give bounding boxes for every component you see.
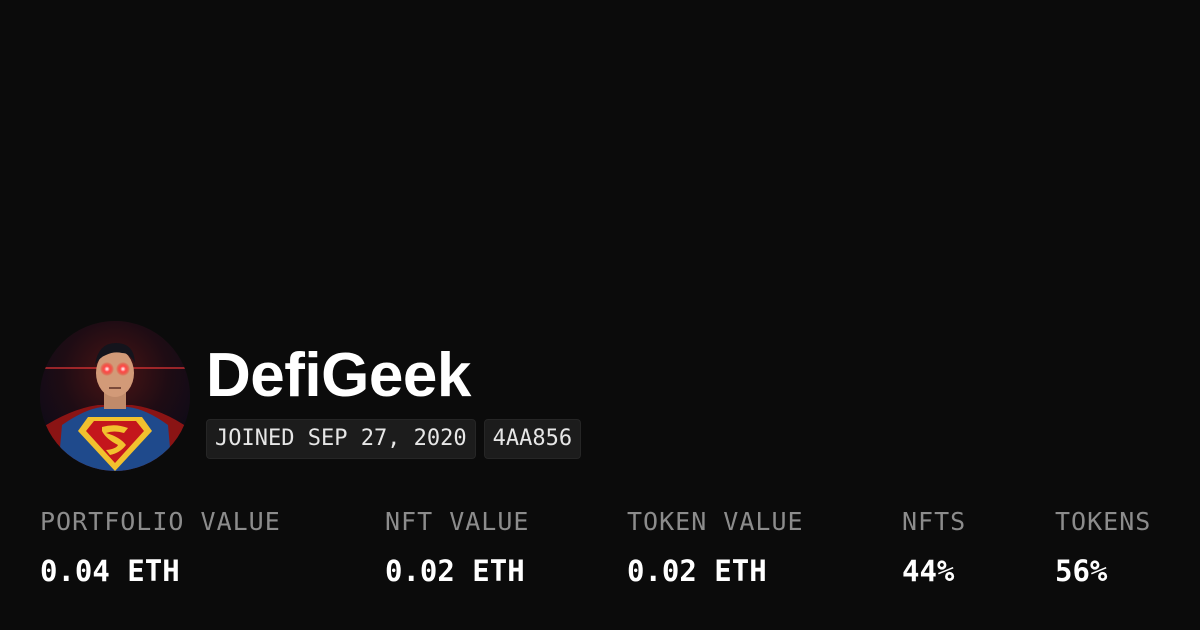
stat-value: 44% (902, 554, 955, 588)
stat-tokens-share: TOKENS 56% (1055, 505, 1151, 589)
username: DefiGeek (206, 341, 471, 410)
stat-label: PORTFOLIO VALUE (40, 507, 281, 536)
stat-label: TOKEN VALUE (627, 507, 804, 536)
profile-card: DefiGeek JOINED SEP 27, 2020 4AA856 PORT… (0, 0, 1200, 630)
avatar (40, 321, 190, 471)
stat-value: 0.04 ETH (40, 554, 180, 588)
joined-date-badge: JOINED SEP 27, 2020 (206, 419, 476, 459)
stat-portfolio-value: PORTFOLIO VALUE 0.04 ETH (40, 505, 281, 589)
stat-value: 0.02 ETH (385, 554, 525, 588)
stat-token-value: TOKEN VALUE 0.02 ETH (627, 505, 804, 589)
stat-nfts-share: NFTS 44% (902, 505, 966, 589)
stat-nft-value: NFT VALUE 0.02 ETH (385, 505, 529, 589)
stat-value: 0.02 ETH (627, 554, 767, 588)
stat-value: 56% (1055, 554, 1108, 588)
wallet-address-badge: 4AA856 (483, 419, 582, 459)
stat-label: NFTS (902, 507, 967, 536)
superhero-avatar-icon (40, 321, 190, 471)
profile-badges: JOINED SEP 27, 2020 4AA856 (206, 419, 582, 459)
stat-label: NFT VALUE (385, 507, 530, 536)
stat-label: TOKENS (1055, 507, 1152, 536)
